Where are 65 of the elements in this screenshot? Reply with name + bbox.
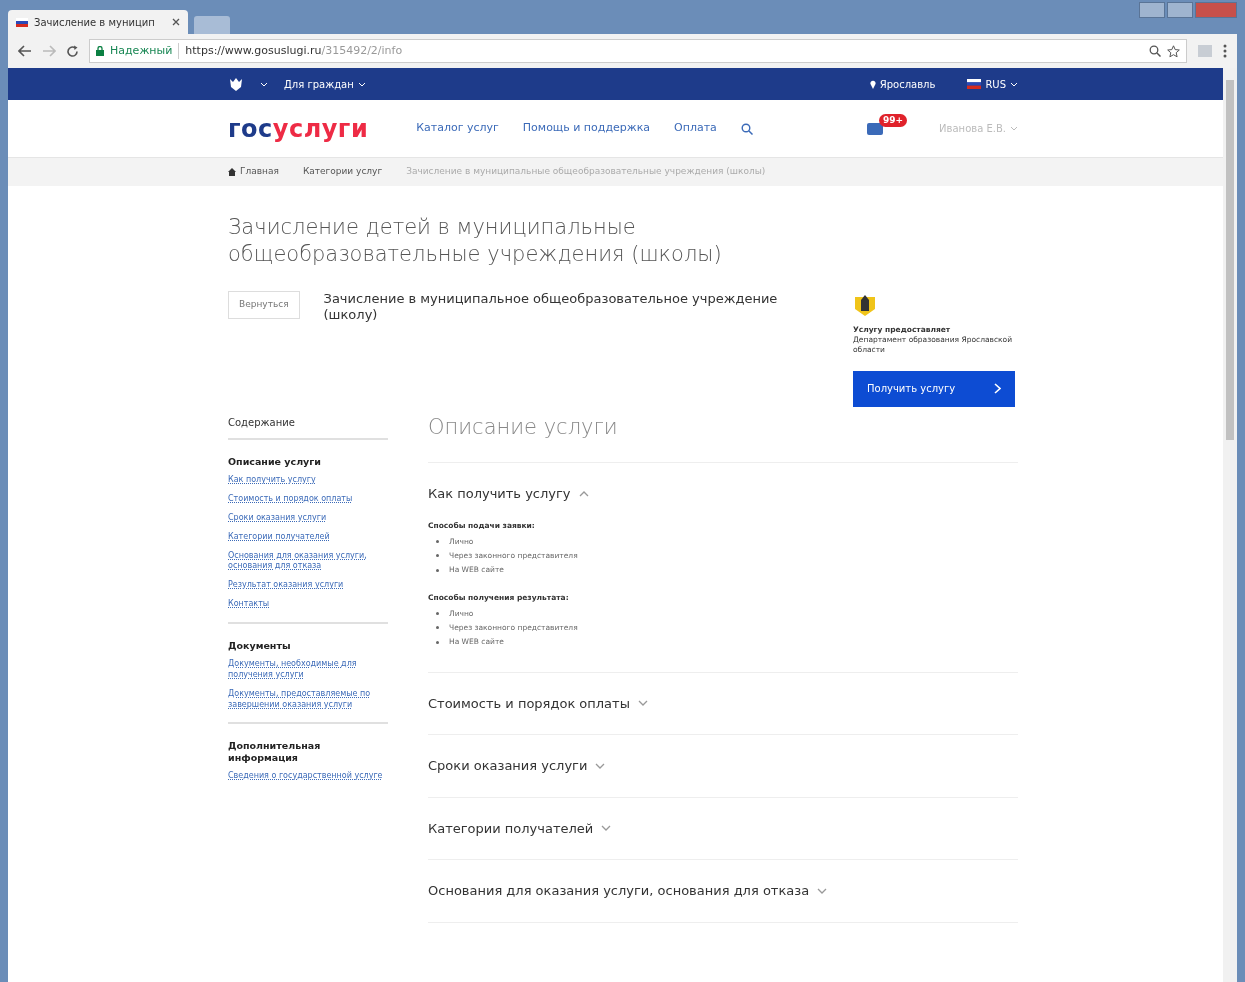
lock-icon (96, 46, 104, 56)
star-icon[interactable] (1167, 44, 1180, 58)
back-button[interactable]: Вернуться (228, 290, 300, 319)
sidebar-link[interactable]: Основания для оказания услуги, основания для отказа (228, 550, 388, 573)
bullet-icon (436, 640, 439, 644)
bullet-icon (436, 540, 439, 544)
sidebar-link[interactable]: Результат оказания услуги (228, 580, 388, 591)
bullet-icon (436, 568, 439, 572)
section-heading: Описание услуги (428, 414, 1018, 464)
sidebar-link[interactable]: Документы, предоставляемые по завершении оказания услуги (228, 688, 388, 711)
envelope-icon[interactable] (867, 122, 883, 135)
nav-link[interactable]: Каталог услуг (416, 120, 499, 137)
pin-icon (869, 79, 876, 89)
accordion-header[interactable]: Основания для оказания услуги, основания для отказа (428, 881, 828, 901)
accordion-header[interactable]: Стоимость и порядок оплаты (428, 693, 648, 714)
bullet-icon (436, 554, 439, 558)
audience-menu[interactable]: Для граждан (284, 76, 366, 92)
emblem-icon[interactable] (228, 76, 244, 92)
accordion-header[interactable]: Сроки оказания услуги (428, 756, 606, 776)
tab-title: Зачисление в муницип (34, 15, 156, 30)
caret-icon (1010, 126, 1018, 131)
breadcrumb-link[interactable]: Категории услуг (302, 165, 383, 179)
service-name: Зачисление в муниципальное общеобразовательное учреждение (школу) (323, 290, 779, 325)
bullet-icon (436, 626, 439, 630)
sidebar-link[interactable]: Сроки оказания услуги (228, 512, 388, 524)
menu-icon[interactable] (1223, 44, 1227, 58)
scrollbar[interactable] (1223, 68, 1237, 982)
home-icon (228, 168, 236, 176)
language-menu[interactable]: RUS (967, 76, 1018, 92)
sidebar-heading: Содержание (228, 414, 388, 440)
city-link[interactable]: Ярославль (869, 76, 936, 92)
sidebar-link[interactable]: Документы, необходимые для получения услуги (228, 659, 388, 681)
back-icon[interactable] (18, 45, 32, 57)
chevron-icon (994, 383, 1001, 395)
sidebar-link[interactable]: Контакты (228, 598, 388, 610)
section-title: Описание услуги (228, 455, 322, 468)
page-title: Зачисление детей в муниципальные общеобразовательные учреждения (школы) (228, 214, 723, 269)
section-title: Документы (228, 639, 292, 652)
get-service-button[interactable]: Получить услугу (853, 370, 1015, 407)
search-icon[interactable] (740, 122, 753, 135)
flag-icon (967, 79, 982, 89)
bullet-icon (436, 612, 439, 616)
breadcrumb-link[interactable]: Главная (228, 165, 279, 179)
browser-tab[interactable]: Зачисление в муницип (8, 10, 188, 34)
section-title: Дополнительная информация (228, 740, 322, 764)
nav-link[interactable]: Оплата (674, 120, 717, 137)
nav-link[interactable]: Помощь и поддержка (522, 120, 651, 137)
caret-icon (1010, 81, 1018, 87)
sidebar-link[interactable]: Сведения о государственной услуге (228, 771, 388, 782)
accordion-header[interactable]: Категории получателей (428, 818, 612, 839)
reload-icon[interactable] (66, 44, 79, 58)
address-bar[interactable]: Надежный https://www.gosuslugi.ru/315492/2/info (89, 39, 1187, 63)
zoom-icon[interactable] (1149, 45, 1161, 57)
accordion-header[interactable]: Как получить услугу (428, 484, 589, 504)
caret-icon (357, 81, 366, 87)
logo[interactable]: госуслуги (228, 110, 369, 147)
close-icon[interactable] (172, 18, 180, 26)
secure-label: Надежный (110, 42, 173, 59)
caret-icon[interactable] (260, 81, 268, 87)
url-text: https://www.gosuslugi.ru/315492/2/info (178, 42, 403, 60)
flag-icon (16, 17, 28, 27)
sidebar-link[interactable]: Категории получателей (228, 531, 388, 543)
sidebar-link[interactable]: Стоимость и порядок оплаты (228, 494, 388, 505)
sidebar-link[interactable]: Как получить услугу (228, 475, 388, 487)
notification-count: 99+ (879, 113, 908, 128)
